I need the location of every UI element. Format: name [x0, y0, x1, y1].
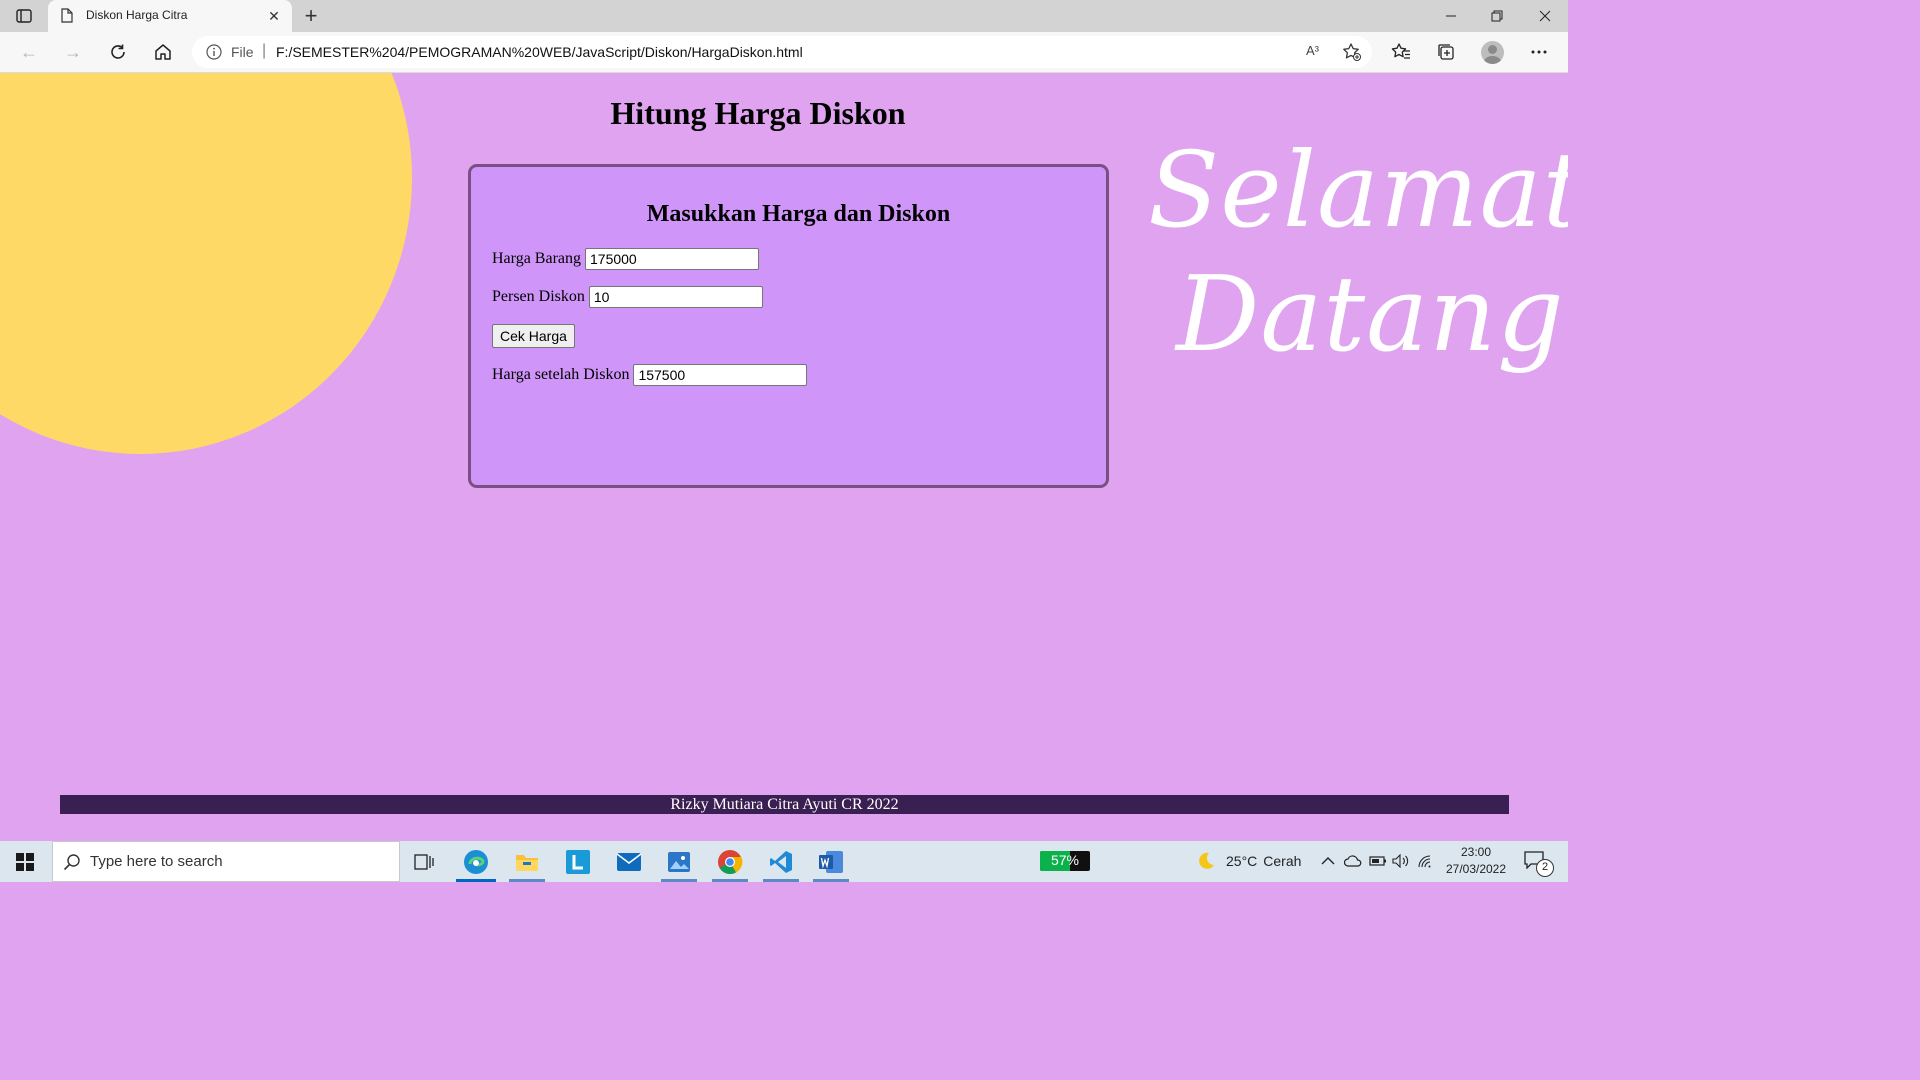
- volume-icon[interactable]: [1391, 851, 1411, 871]
- search-placeholder: Type here to search: [90, 853, 223, 870]
- notification-center-icon[interactable]: 2: [1524, 851, 1554, 877]
- page-footer: Rizky Mutiara Citra Ayuti CR 2022: [60, 795, 1509, 814]
- welcome-line-1: Selamat: [1148, 129, 1568, 251]
- welcome-line-2: Datang: [1176, 253, 1565, 375]
- favorites-icon[interactable]: [1389, 40, 1413, 64]
- photos-icon[interactable]: [655, 841, 703, 882]
- url-separator: |: [262, 42, 267, 59]
- minimize-icon[interactable]: [1428, 0, 1474, 32]
- word-icon[interactable]: [807, 841, 855, 882]
- close-tab-icon[interactable]: ✕: [265, 7, 283, 25]
- result-row: Harga setelah Diskon: [492, 364, 808, 386]
- weather-temp: 25°C: [1226, 853, 1258, 869]
- restore-icon[interactable]: [1474, 0, 1520, 32]
- diskon-row: Persen Diskon: [492, 286, 763, 308]
- chevron-up-icon[interactable]: [1318, 851, 1338, 871]
- taskbar: Type here to search 57% 25°C Cerah 23:00…: [0, 841, 1568, 882]
- result-output[interactable]: [633, 364, 808, 386]
- mail-icon[interactable]: [605, 841, 653, 882]
- vscode-icon[interactable]: [757, 841, 805, 882]
- moon-icon: [1196, 851, 1216, 871]
- page-viewport: Hitung Harga Diskon Masukkan Harga dan D…: [0, 73, 1568, 841]
- notification-badge: 2: [1536, 859, 1554, 877]
- harga-row: Harga Barang: [492, 248, 759, 270]
- l-app-icon[interactable]: [554, 841, 602, 882]
- diskon-label: Persen Diskon: [492, 288, 585, 305]
- tab-title: Diskon Harga Citra: [86, 8, 188, 22]
- read-aloud-icon[interactable]: A³: [1306, 43, 1319, 58]
- back-icon[interactable]: ←: [14, 37, 44, 67]
- harga-label: Harga Barang: [492, 250, 581, 267]
- chrome-icon[interactable]: [706, 841, 754, 882]
- forward-icon[interactable]: →: [58, 37, 88, 67]
- url-text[interactable]: F:/SEMESTER%204/PEMOGRAMAN%20WEB/JavaScr…: [276, 44, 803, 60]
- browser-tab[interactable]: Diskon Harga Citra ✕: [48, 0, 292, 32]
- clock-date: 27/03/2022: [1445, 862, 1507, 876]
- url-scheme: File: [231, 44, 254, 60]
- weather-condition: Cerah: [1263, 853, 1302, 869]
- task-view-icon[interactable]: [400, 841, 448, 882]
- harga-input[interactable]: [585, 248, 759, 270]
- address-bar[interactable]: File | F:/SEMESTER%204/PEMOGRAMAN%20WEB/…: [192, 36, 1372, 68]
- taskbar-search-box[interactable]: Type here to search: [52, 841, 400, 882]
- site-info-icon[interactable]: [206, 44, 222, 60]
- discount-form-card: Masukkan Harga dan Diskon Harga Barang P…: [468, 164, 1109, 488]
- weather-widget[interactable]: 25°C Cerah: [1196, 851, 1301, 871]
- search-icon: [63, 853, 81, 871]
- battery-icon[interactable]: [1368, 851, 1388, 871]
- more-options-icon[interactable]: [1527, 40, 1551, 64]
- battery-label: 57%: [1050, 852, 1080, 868]
- profile-avatar[interactable]: [1481, 41, 1504, 64]
- cek-harga-button[interactable]: Cek Harga: [492, 324, 575, 348]
- page-title: Hitung Harga Diskon: [610, 95, 906, 131]
- diskon-input[interactable]: [588, 286, 763, 308]
- collections-icon[interactable]: [1434, 40, 1458, 64]
- result-label: Harga setelah Diskon: [492, 366, 630, 383]
- new-tab-button[interactable]: +: [300, 5, 322, 27]
- edge-browser-icon[interactable]: [452, 841, 500, 882]
- file-explorer-icon[interactable]: [503, 841, 551, 882]
- form-heading: Masukkan Harga dan Diskon: [646, 201, 951, 227]
- home-icon[interactable]: [148, 37, 178, 67]
- welcome-text: Selamat Datang: [1148, 128, 1568, 376]
- browser-toolbar: ← → File | F:/SEMESTER%204/PEMOGRAMAN%20…: [0, 32, 1568, 73]
- taskbar-clock[interactable]: 23:00 27/03/2022: [1442, 844, 1510, 878]
- close-window-icon[interactable]: [1522, 0, 1568, 32]
- battery-meter[interactable]: 57%: [1040, 851, 1090, 871]
- page-icon: [61, 8, 73, 23]
- tab-actions-icon[interactable]: [12, 6, 36, 26]
- refresh-icon[interactable]: [103, 37, 133, 67]
- windows-start-icon[interactable]: [0, 841, 50, 882]
- browser-tab-bar: Diskon Harga Citra ✕ +: [0, 0, 1568, 32]
- onedrive-cloud-icon[interactable]: [1343, 851, 1363, 871]
- wifi-icon[interactable]: [1416, 851, 1436, 871]
- add-favorite-icon[interactable]: [1342, 42, 1362, 62]
- clock-time: 23:00: [1460, 845, 1492, 859]
